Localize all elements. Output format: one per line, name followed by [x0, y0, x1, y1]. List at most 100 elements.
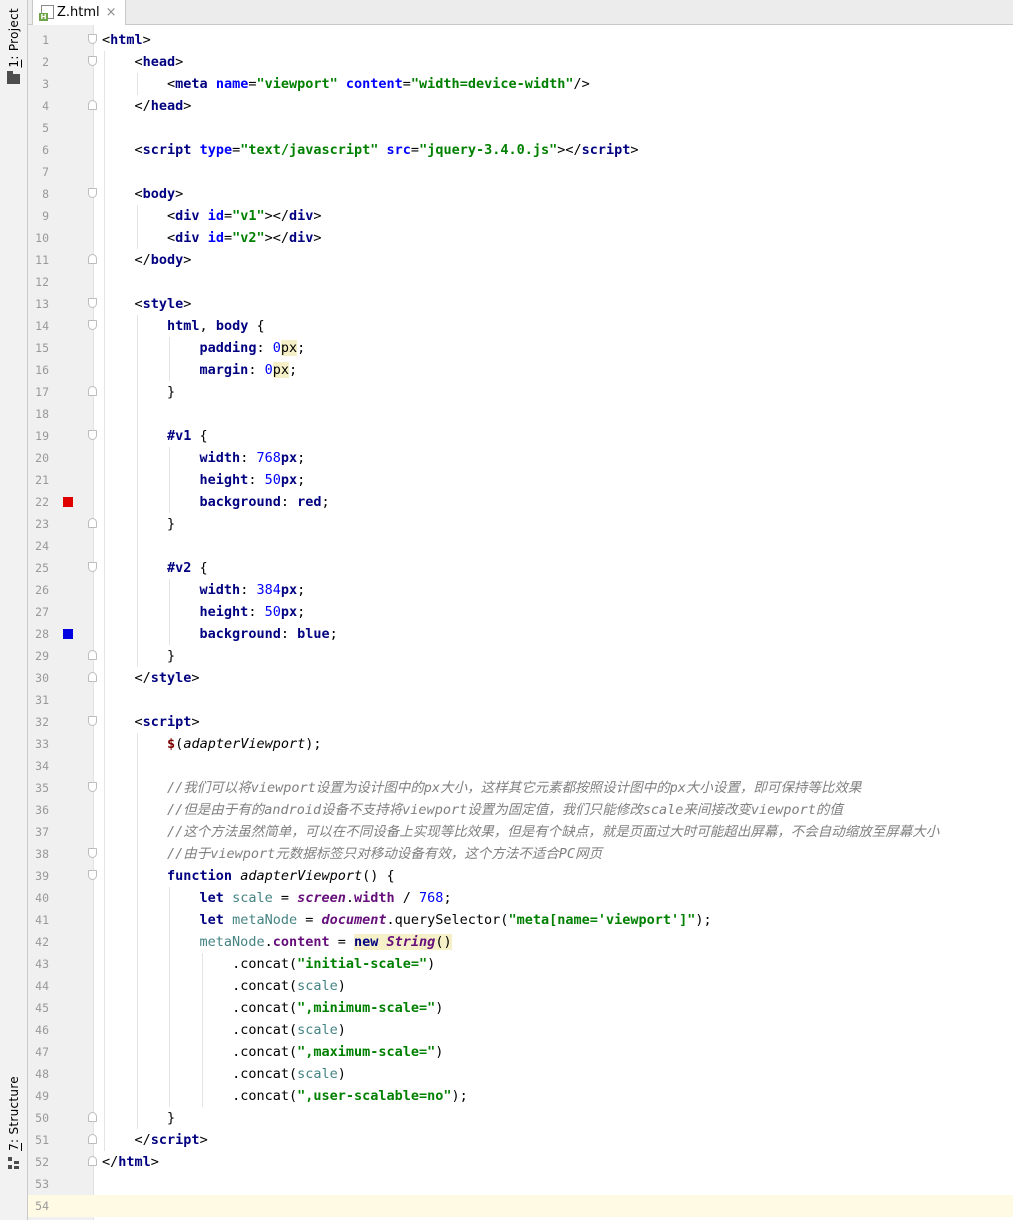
fold-icon[interactable]	[88, 56, 97, 66]
fold-icon[interactable]	[88, 848, 97, 858]
fold-icon[interactable]	[88, 716, 97, 726]
code-line[interactable]: 11 </body>	[28, 249, 1013, 271]
fold-end-icon[interactable]	[88, 518, 97, 528]
color-swatch-red[interactable]	[63, 497, 73, 507]
fold-end-icon[interactable]	[88, 1156, 97, 1166]
code-line[interactable]: 14 html, body {	[28, 315, 1013, 337]
project-tool-tab[interactable]: 1: Project	[0, 8, 27, 84]
code-line[interactable]: 2 <head>	[28, 51, 1013, 73]
code-line[interactable]: 52 </html>	[28, 1151, 1013, 1173]
code-line[interactable]: 1 <html>	[28, 29, 1013, 51]
code-line[interactable]: 10 <div id="v2"></div>	[28, 227, 1013, 249]
line-number: 5	[42, 121, 49, 135]
code-line[interactable]: 49 .concat(",user-scalable=no");	[28, 1085, 1013, 1107]
line-number: 16	[35, 363, 49, 377]
tab-z-html[interactable]: H Z.html ×	[32, 0, 126, 25]
structure-tool-tab[interactable]: 7: Structure	[0, 1076, 27, 1169]
code-line[interactable]: 29}	[28, 645, 1013, 667]
line-number: 20	[35, 451, 49, 465]
folder-icon	[7, 70, 20, 84]
code-line[interactable]: 20 width: 768px;	[28, 447, 1013, 469]
code-text: height: 50px;	[199, 604, 306, 620]
code-line[interactable]: 50}	[28, 1107, 1013, 1129]
fold-icon[interactable]	[88, 188, 97, 198]
code-line[interactable]: 7	[28, 161, 1013, 183]
code-line[interactable]: 46 .concat(scale)	[28, 1019, 1013, 1041]
code-line[interactable]: 24	[28, 535, 1013, 557]
code-line[interactable]: 38 //由于viewport元数据标签只对移动设备有效，这个方法不适合PC网页	[28, 843, 1013, 865]
code-line[interactable]: 36 //但是由于有的android设备不支持将viewport设置为固定值，我们…	[28, 799, 1013, 821]
code-editor[interactable]: 1 <html> 2 <head> 3 <meta name="viewport" con…	[28, 25, 1013, 1220]
code-line[interactable]: 33 $(adapterViewport);	[28, 733, 1013, 755]
code-line[interactable]: 15 padding: 0px;	[28, 337, 1013, 359]
code-line[interactable]: 47 .concat(",maximum-scale=")	[28, 1041, 1013, 1063]
code-line[interactable]: 12	[28, 271, 1013, 293]
fold-icon[interactable]	[88, 34, 97, 44]
code-line[interactable]: 51 </script>	[28, 1129, 1013, 1151]
code-line[interactable]: 40 let scale = screen.width / 768;	[28, 887, 1013, 909]
code-line[interactable]: 53	[28, 1173, 1013, 1195]
code-text: .concat(scale)	[232, 978, 346, 994]
code-text: let scale = screen.width / 768;	[199, 890, 452, 906]
fold-end-icon[interactable]	[88, 1134, 97, 1144]
fold-icon[interactable]	[88, 320, 97, 330]
code-line[interactable]: 41 let metaNode = document.querySelector(…	[28, 909, 1013, 931]
code-line[interactable]: 28 background: blue;	[28, 623, 1013, 645]
code-line[interactable]: 3 <meta name="viewport" content="width=de…	[28, 73, 1013, 95]
code-line[interactable]: 45 .concat(",minimum-scale=")	[28, 997, 1013, 1019]
code-line[interactable]: 4 </head>	[28, 95, 1013, 117]
code-line[interactable]: 54	[28, 1195, 1013, 1217]
code-line[interactable]: 23}	[28, 513, 1013, 535]
code-line[interactable]: 39 function adapterViewport() {	[28, 865, 1013, 887]
line-number: 28	[35, 627, 49, 641]
code-line[interactable]: 30 </style>	[28, 667, 1013, 689]
code-line[interactable]: 21 height: 50px;	[28, 469, 1013, 491]
code-text: #v1 {	[167, 428, 208, 444]
code-line[interactable]: 44 .concat(scale)	[28, 975, 1013, 997]
code-line[interactable]: 9 <div id="v1"></div>	[28, 205, 1013, 227]
close-tab-icon[interactable]: ×	[106, 5, 117, 20]
code-line[interactable]: 35 //我们可以将viewport设置为设计图中的px大小，这样其它元素都按照设…	[28, 777, 1013, 799]
fold-icon[interactable]	[88, 870, 97, 880]
code-text: #v2 {	[167, 560, 208, 576]
code-line[interactable]: 18	[28, 403, 1013, 425]
code-line[interactable]: 19 #v1 {	[28, 425, 1013, 447]
code-text: width: 768px;	[199, 450, 306, 466]
code-line[interactable]: 48 .concat(scale)	[28, 1063, 1013, 1085]
fold-end-icon[interactable]	[88, 100, 97, 110]
code-line[interactable]: 6 <script type="text/javascript" src="jqu…	[28, 139, 1013, 161]
fold-end-icon[interactable]	[88, 672, 97, 682]
code-line[interactable]: 37 //这个方法虽然简单，可以在不同设备上实现等比效果，但是有个缺点，就是页面过…	[28, 821, 1013, 843]
code-line[interactable]: 25 #v2 {	[28, 557, 1013, 579]
code-line[interactable]: 26 width: 384px;	[28, 579, 1013, 601]
fold-end-icon[interactable]	[88, 1112, 97, 1122]
code-line[interactable]: 22 background: red;	[28, 491, 1013, 513]
indent-guide	[169, 579, 171, 645]
line-number: 46	[35, 1023, 49, 1037]
code-line[interactable]: 27 height: 50px;	[28, 601, 1013, 623]
code-line[interactable]: 31	[28, 689, 1013, 711]
code-line[interactable]: 5	[28, 117, 1013, 139]
fold-icon[interactable]	[88, 562, 97, 572]
line-number: 18	[35, 407, 49, 421]
fold-end-icon[interactable]	[88, 650, 97, 660]
structure-tab-label: 7: Structure	[6, 1076, 21, 1151]
code-line[interactable]: 43 .concat("initial-scale=")	[28, 953, 1013, 975]
code-line[interactable]: 16 margin: 0px;	[28, 359, 1013, 381]
fold-end-icon[interactable]	[88, 254, 97, 264]
color-swatch-blue[interactable]	[63, 629, 73, 639]
code-line[interactable]: 8 <body>	[28, 183, 1013, 205]
fold-icon[interactable]	[88, 430, 97, 440]
code-line[interactable]: 42 metaNode.content = new String()	[28, 931, 1013, 953]
code-line[interactable]: 13 <style>	[28, 293, 1013, 315]
fold-end-icon[interactable]	[88, 386, 97, 396]
code-line[interactable]: 34	[28, 755, 1013, 777]
code-line[interactable]: 17}	[28, 381, 1013, 403]
code-text: <style>	[134, 296, 192, 312]
code-text: //但是由于有的android设备不支持将viewport设置为固定值，我们只能…	[167, 802, 843, 818]
fold-icon[interactable]	[88, 782, 97, 792]
code-text: }	[167, 1110, 176, 1126]
code-line[interactable]: 32 <script>	[28, 711, 1013, 733]
code-text: //我们可以将viewport设置为设计图中的px大小，这样其它元素都按照设计图…	[167, 780, 862, 796]
fold-icon[interactable]	[88, 298, 97, 308]
